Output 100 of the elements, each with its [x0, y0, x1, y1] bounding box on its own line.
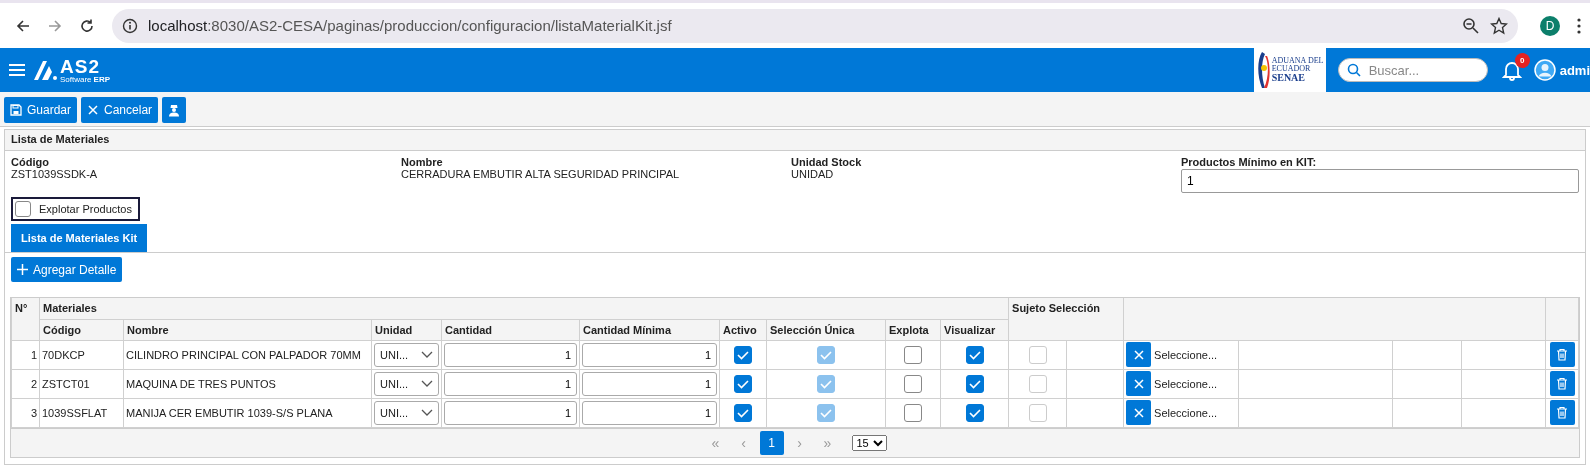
profile-avatar[interactable]: D	[1540, 15, 1560, 36]
table-cell: ZSTCT01	[39, 369, 124, 398]
row-number: 3	[11, 398, 40, 427]
forward-icon	[47, 17, 63, 34]
clear-button[interactable]	[1126, 371, 1152, 396]
info-icon	[122, 17, 138, 34]
emblem-icon	[1255, 50, 1270, 90]
checkbox[interactable]	[904, 345, 922, 364]
url-text: localhost:8030/AS2-CESA/paginas/produccion/configuracion/listaMaterialKit.jsf	[148, 17, 673, 34]
unit-dropdown[interactable]: UNI...	[374, 342, 439, 367]
column-header: N°	[11, 298, 40, 340]
checkbox[interactable]	[904, 403, 922, 422]
checkbox[interactable]	[904, 374, 922, 393]
close-icon	[1132, 406, 1145, 419]
quantity-field[interactable]: 1	[582, 371, 717, 396]
close-icon	[1132, 377, 1145, 390]
checkbox-label: Explotar Productos	[39, 203, 132, 215]
quantity-field[interactable]: 1	[582, 342, 717, 367]
field-value: CERRADURA EMBUTIR ALTA SEGURIDAD PRINCIPAL	[401, 168, 681, 180]
add-detail-button[interactable]: Agregar Detalle	[11, 257, 123, 282]
person-button[interactable]	[162, 97, 187, 123]
cancel-button[interactable]: Cancelar	[81, 97, 159, 123]
field-label: Nombre	[401, 156, 444, 168]
checkbox[interactable]	[817, 403, 835, 422]
search-field[interactable]: Buscar...	[1337, 58, 1488, 82]
quantity-field[interactable]: 1	[444, 342, 577, 367]
partner-logo-text: SENAE	[1271, 73, 1306, 83]
chevron-down-icon	[421, 350, 433, 359]
notification-badge: 0	[1514, 53, 1530, 68]
save-icon	[10, 104, 22, 116]
unit-dropdown[interactable]: UNI...	[374, 371, 439, 396]
page-size-dropdown[interactable]: 15	[851, 434, 887, 451]
quantity-field[interactable]: 1	[582, 400, 717, 425]
tab[interactable]: Lista de Materiales Kit	[11, 224, 148, 252]
menu-icon[interactable]	[1576, 16, 1582, 35]
checkbox[interactable]	[1028, 345, 1047, 364]
field-label: Código	[11, 156, 50, 168]
save-button[interactable]: Guardar	[4, 97, 78, 123]
checkbox[interactable]	[734, 403, 752, 422]
row-number: 1	[11, 340, 40, 369]
column-header: Materiales	[39, 298, 1009, 319]
trash-icon	[1556, 348, 1569, 361]
clear-button[interactable]	[1126, 342, 1152, 367]
search-icon	[1346, 63, 1361, 77]
search-input[interactable]: Buscar...	[1366, 61, 1471, 79]
unit-dropdown[interactable]: UNI...	[374, 400, 439, 425]
close-icon	[87, 104, 100, 116]
partner-logo-text: ECUADOR	[1271, 65, 1312, 73]
checkbox[interactable]	[1028, 374, 1047, 393]
delete-button[interactable]	[1549, 342, 1575, 367]
logo-subtitle: Software	[60, 75, 92, 84]
table-cell: 70DKCP	[39, 340, 124, 369]
address-bar[interactable]: localhost:8030/AS2-CESA/paginas/produccion/configuracion/listaMaterialKit.jsf	[112, 8, 1518, 43]
star-icon[interactable]	[1490, 16, 1508, 35]
table-cell: 1039SSFLAT	[39, 398, 124, 427]
panel-title: Lista de Materiales	[11, 133, 110, 145]
logo-icon	[32, 59, 58, 81]
quantity-field[interactable]: 1	[444, 371, 577, 396]
checkbox[interactable]	[965, 374, 984, 393]
person-icon	[168, 103, 181, 117]
logo-text: AS2	[60, 56, 101, 76]
input-field[interactable]: 1	[1181, 169, 1579, 193]
column-header: Nombre	[123, 319, 372, 340]
field-value: ZST1039SSDK-A	[11, 168, 99, 180]
close-icon	[1132, 348, 1145, 361]
checkbox[interactable]	[734, 345, 752, 364]
chevron-down-icon	[421, 408, 433, 417]
logo-subtitle: ERP	[93, 75, 111, 84]
reload-icon	[79, 17, 95, 34]
delete-button[interactable]	[1549, 371, 1575, 396]
zoom-icon[interactable]	[1462, 16, 1480, 35]
checkbox[interactable]	[817, 345, 835, 364]
row-number: 2	[11, 369, 40, 398]
field-label: Unidad Stock	[791, 156, 863, 168]
partner-logo-text: ADUANA DEL	[1271, 57, 1324, 65]
chevron-down-icon	[421, 379, 433, 388]
checkbox[interactable]	[15, 201, 31, 217]
checkbox-field[interactable]: Explotar Productos	[11, 197, 140, 221]
user-avatar-icon[interactable]	[1533, 59, 1556, 81]
quantity-field[interactable]: 1	[444, 400, 577, 425]
checkbox[interactable]	[1028, 403, 1047, 422]
checkbox[interactable]	[817, 374, 835, 393]
table-cell: CILINDRO PRINCIPAL CON PALPADOR 70MM	[123, 340, 372, 369]
field-label: Productos Mínimo en KIT:	[1181, 156, 1318, 168]
clear-button[interactable]	[1126, 400, 1152, 425]
plus-icon	[17, 264, 28, 275]
bell-icon[interactable]	[1501, 59, 1522, 81]
field-value: UNIDAD	[791, 168, 835, 180]
table-cell: MANIJA CER EMBUTIR 1039-S/S PLANA	[123, 398, 372, 427]
checkbox[interactable]	[965, 403, 984, 422]
checkbox[interactable]	[734, 374, 752, 393]
page-button[interactable]: 1	[759, 430, 784, 455]
user-name[interactable]: admi	[1559, 62, 1590, 78]
column-header: Sujeto Selección	[1008, 298, 1124, 340]
delete-button[interactable]	[1549, 400, 1575, 425]
checkbox[interactable]	[965, 345, 984, 364]
table-cell: MAQUINA DE TRES PUNTOS	[123, 369, 372, 398]
trash-icon	[1556, 406, 1569, 419]
back-icon	[15, 17, 31, 34]
trash-icon	[1556, 377, 1569, 390]
